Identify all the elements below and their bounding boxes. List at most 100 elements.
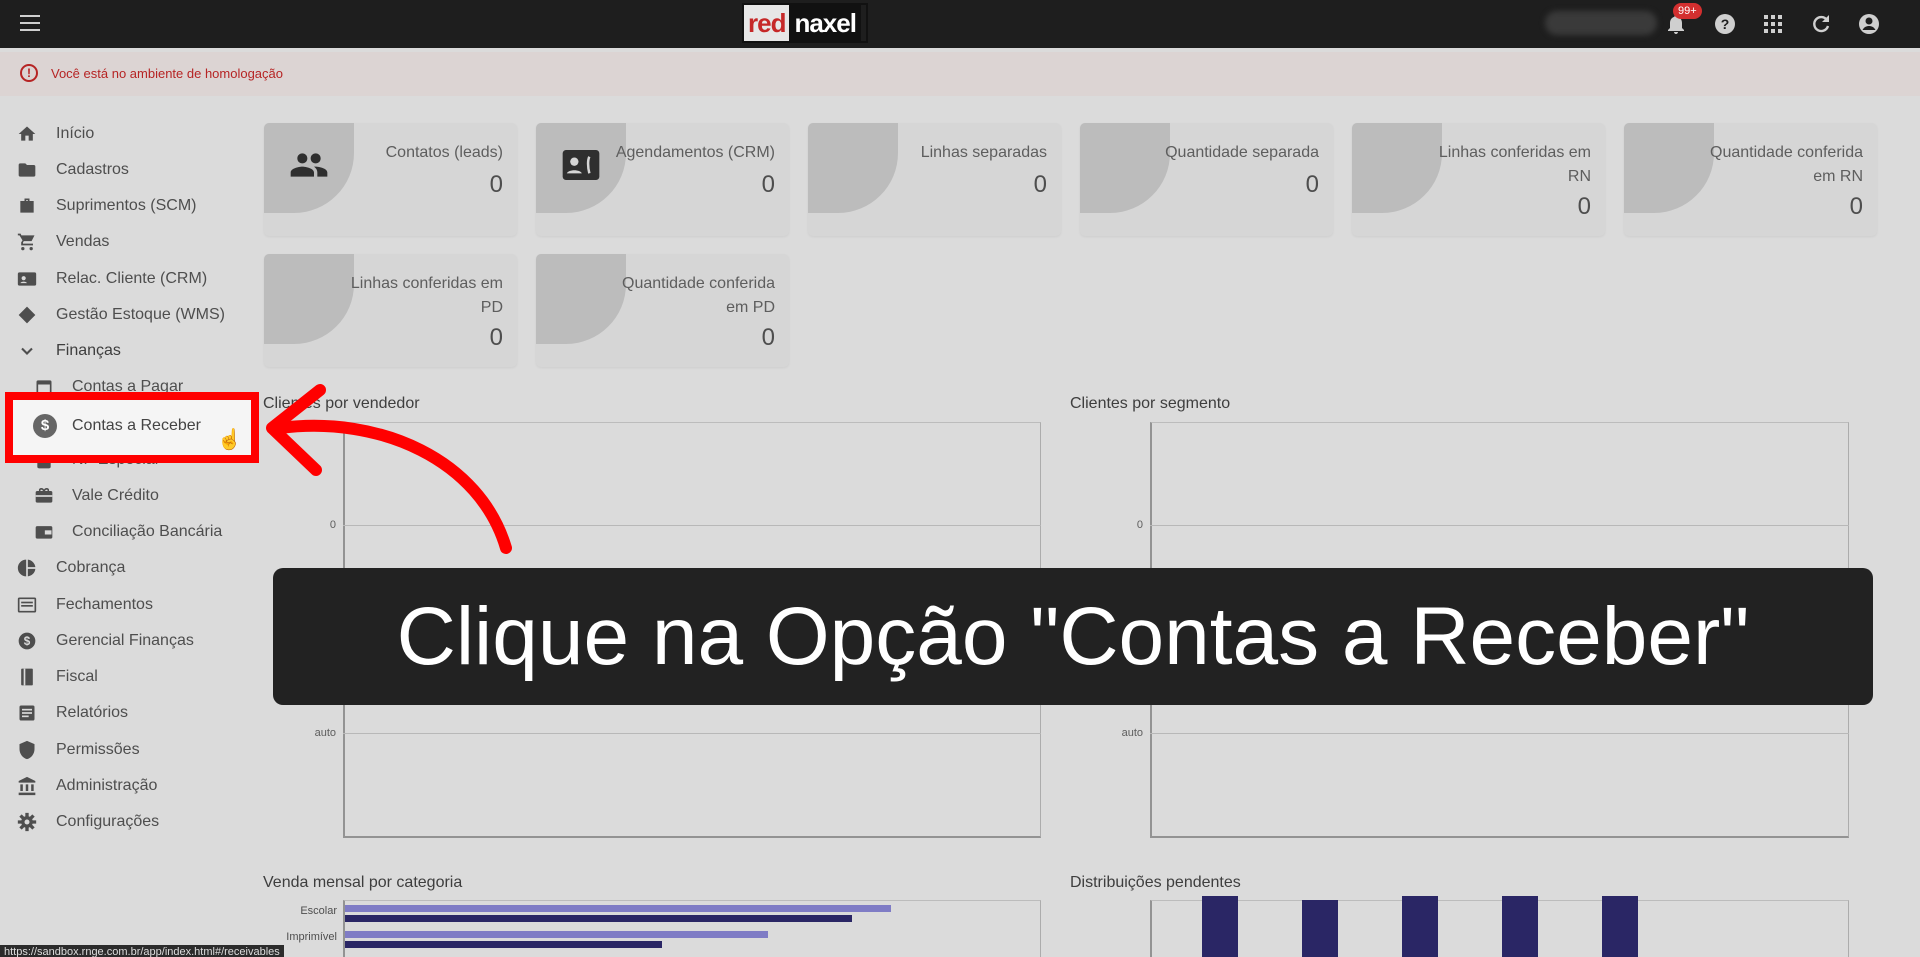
help-icon[interactable]: ? xyxy=(1713,12,1737,36)
sidebar-item-vale-credito[interactable]: Vale Crédito xyxy=(0,481,250,511)
home-icon xyxy=(18,126,36,141)
bar xyxy=(1502,896,1538,957)
sidebar-item-cobranca[interactable]: Cobrança xyxy=(0,553,250,583)
sidebar-item-gerencial[interactable]: $ Gerencial Finanças xyxy=(0,626,250,656)
notification-badge: 99+ xyxy=(1673,3,1702,19)
sidebar-item-fechamentos[interactable]: Fechamentos xyxy=(0,590,250,620)
sidebar-item-label: Cadastros xyxy=(56,161,129,178)
card-linhas-conferidas-pd[interactable]: Linhas conferidas em PD 0 xyxy=(264,254,517,367)
card-contatos[interactable]: Contatos (leads) 0 xyxy=(264,123,517,236)
card-quantidade-separada[interactable]: Quantidade separada 0 xyxy=(1080,123,1333,236)
sidebar-item-label: Fechamentos xyxy=(56,596,153,613)
panel-title-venda-mensal: Venda mensal por categoria xyxy=(263,874,463,891)
sidebar-item-label: Permissões xyxy=(56,741,140,758)
card-value: 0 xyxy=(1305,171,1319,198)
axis-tick-label: auto xyxy=(1121,727,1143,739)
tutorial-arrow-icon xyxy=(266,384,512,554)
axis-tick-label: 0 xyxy=(1136,519,1143,531)
wallet-icon xyxy=(35,526,53,539)
sidebar-item-relatorios[interactable]: Relatórios xyxy=(0,698,250,728)
sidebar-item-label: Contas a Receber xyxy=(72,417,201,434)
sidebar-item-wms[interactable]: Gestão Estoque (WMS) xyxy=(0,300,250,330)
card-decoration xyxy=(1352,123,1442,213)
bar xyxy=(345,941,663,948)
sidebar-item-crm[interactable]: Relac. Cliente (CRM) xyxy=(0,264,250,294)
panel-title-segmento: Clientes por segmento xyxy=(1070,395,1231,412)
sidebar-item-label: Gestão Estoque (WMS) xyxy=(56,306,225,323)
card-value: 0 xyxy=(1849,193,1863,220)
card-title: Agendamentos (CRM) xyxy=(615,144,775,161)
hand-cursor-icon: ☝ xyxy=(217,429,242,451)
folder-icon xyxy=(18,163,36,177)
banner-text: Você está no ambiente de homologação xyxy=(51,66,284,81)
card-value: 0 xyxy=(1033,171,1047,198)
card-value: 0 xyxy=(1577,193,1591,220)
app-logo[interactable]: red naxel xyxy=(742,3,868,43)
people-icon xyxy=(290,153,328,177)
sidebar-item-suprimentos[interactable]: Suprimentos (SCM) xyxy=(0,191,250,221)
pie-chart-icon xyxy=(17,559,36,577)
card-decoration xyxy=(1080,123,1170,213)
gift-card-icon xyxy=(35,487,53,503)
category-tick-label: Escolar xyxy=(300,905,337,917)
bar xyxy=(1302,900,1338,957)
menu-icon[interactable] xyxy=(20,15,40,33)
sidebar-item-label: Fiscal xyxy=(56,668,98,685)
chart-distribuicoes xyxy=(1150,900,1849,957)
dollar-icon: $ xyxy=(33,414,57,438)
logo-naxel-text: naxel xyxy=(789,5,861,41)
logo-red-text: red xyxy=(744,5,790,41)
sidebar-item-permissoes[interactable]: Permissões xyxy=(0,735,250,765)
sidebar-item-label: Vale Crédito xyxy=(72,487,159,504)
sidebar-item-financas[interactable]: Finanças xyxy=(0,336,250,366)
bank-icon xyxy=(18,776,36,796)
panel-title-distribuicoes: Distribuições pendentes xyxy=(1070,874,1241,891)
sidebar-item-inicio[interactable]: Início xyxy=(0,119,250,149)
cart-icon xyxy=(17,233,35,251)
account-icon[interactable] xyxy=(1857,12,1881,36)
sidebar-item-contas-receber[interactable]: $ Contas a Receber ☝ xyxy=(5,392,259,463)
refresh-icon[interactable] xyxy=(1809,12,1833,36)
bar xyxy=(345,915,852,922)
sidebar-item-configuracoes[interactable]: Configurações xyxy=(0,807,250,837)
axis-tick-label: auto xyxy=(314,727,336,739)
sidebar-item-vendas[interactable]: Vendas xyxy=(0,227,250,257)
sidebar-item-cadastros[interactable]: Cadastros xyxy=(0,155,250,185)
browser-status-url: https://sandbox.rnge.com.br/app/index.ht… xyxy=(0,945,284,957)
environment-banner: ! Você está no ambiente de homologação xyxy=(0,52,1920,96)
sidebar-item-label: Conciliação Bancária xyxy=(72,523,223,540)
card-linhas-separadas[interactable]: Linhas separadas 0 xyxy=(808,123,1061,236)
card-quantidade-conferida-rn[interactable]: Quantidade conferida em RN 0 xyxy=(1624,123,1877,236)
card-title: Contatos (leads) xyxy=(385,144,503,161)
card-agendamentos[interactable]: Agendamentos (CRM) 0 xyxy=(536,123,789,236)
card-title: Linhas conferidas em RN xyxy=(1438,144,1591,185)
bar xyxy=(345,905,891,912)
apps-grid-icon[interactable] xyxy=(1761,12,1785,36)
sidebar-item-label: Suprimentos (SCM) xyxy=(56,197,197,214)
card-value: 0 xyxy=(489,171,503,198)
sidebar-item-label: Início xyxy=(56,125,95,142)
svg-text:?: ? xyxy=(1721,16,1730,32)
bar xyxy=(1402,896,1438,957)
card-linhas-conferidas-rn[interactable]: Linhas conferidas em RN 0 xyxy=(1352,123,1605,236)
sidebar-item-label: Relatórios xyxy=(56,704,129,721)
sidebar-item-fiscal[interactable]: Fiscal xyxy=(0,662,250,692)
card-title: Quantidade conferida em RN xyxy=(1710,144,1863,185)
chevron-down-icon xyxy=(21,347,33,355)
sidebar-item-label: Relac. Cliente (CRM) xyxy=(56,270,208,287)
diamond-icon xyxy=(18,306,36,324)
svg-text:$: $ xyxy=(24,635,31,648)
tutorial-caption: Clique na Opção "Contas a Receber" xyxy=(273,568,1873,705)
card-title: Linhas separadas xyxy=(920,144,1047,161)
warning-icon: ! xyxy=(20,64,38,82)
bar xyxy=(1602,896,1638,957)
bar xyxy=(345,931,769,938)
sidebar-item-conciliacao[interactable]: Conciliação Bancária xyxy=(0,517,250,547)
gridline xyxy=(1150,525,1849,526)
card-title: Linhas conferidas em PD xyxy=(350,275,503,316)
card-title: Quantidade conferida em PD xyxy=(622,275,775,316)
card-quantidade-conferida-pd[interactable]: Quantidade conferida em PD 0 xyxy=(536,254,789,367)
sidebar-item-label: Configurações xyxy=(56,813,160,830)
sidebar-item-label: Cobrança xyxy=(56,559,126,576)
sidebar-item-administracao[interactable]: Administração xyxy=(0,771,250,801)
